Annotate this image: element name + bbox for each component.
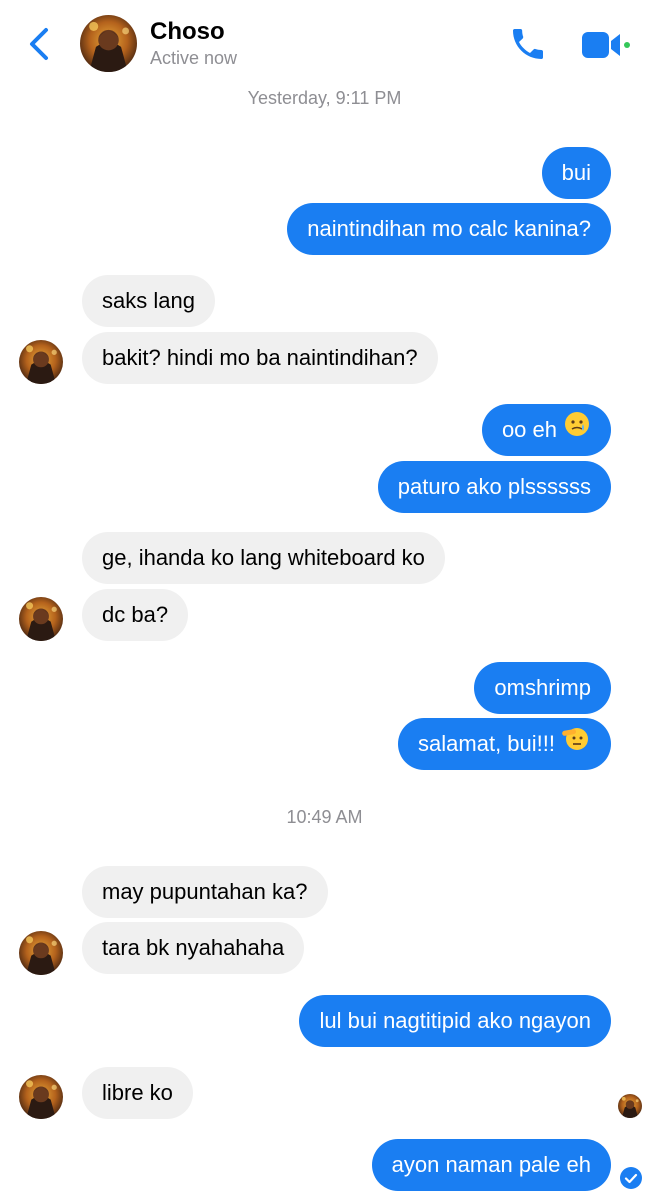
message-bubble-outgoing[interactable]: ayon naman pale eh [371,1139,611,1191]
online-indicator [624,42,630,48]
message-bubble-outgoing[interactable]: naintindihan mo calc kanina? [287,203,611,255]
message-bubble-outgoing[interactable]: salamat, bui!!! [398,718,611,770]
contact-avatar[interactable] [80,15,137,72]
message-bubble-incoming[interactable]: saks lang [82,275,215,327]
sender-avatar[interactable] [19,931,63,975]
message-bubble-outgoing[interactable]: oo eh [481,404,611,457]
timestamp: Yesterday, 9:11 PM [247,88,402,108]
timestamp: 10:49 AM [286,807,363,827]
message-bubble-outgoing[interactable]: bui [541,147,611,199]
message-bubble-incoming[interactable]: may pupuntahan ka? [82,866,328,918]
video-camera-icon [582,32,630,58]
video-call-button[interactable] [580,28,630,62]
message-bubble-incoming[interactable]: tara bk nyahahaha [82,922,305,974]
face-holding-back-tears-icon [563,405,591,457]
sender-avatar[interactable] [19,597,63,641]
message-bubble-incoming[interactable]: dc ba? [82,589,189,641]
phone-icon [513,29,543,59]
saluting-face-icon [561,719,591,771]
chevron-left-icon [30,28,48,60]
delivered-check-icon [619,1166,643,1190]
message-bubble-incoming[interactable]: ge, ihanda ko lang whiteboard ko [82,532,445,584]
message-bubble-outgoing[interactable]: omshrimp [474,662,611,714]
contact-status: Active now [150,48,238,68]
message-bubble-outgoing[interactable]: lul bui nagtitipid ako ngayon [299,995,611,1047]
message-bubble-outgoing[interactable]: paturo ako plssssss [377,461,611,513]
message-bubble-incoming[interactable]: libre ko [82,1067,193,1119]
sender-avatar[interactable] [19,340,63,384]
message-text: salamat, bui!!! [418,731,555,756]
voice-call-button[interactable] [508,24,548,64]
contact-name[interactable]: Choso [150,18,225,46]
message-text: oo eh [501,417,557,442]
sender-avatar[interactable] [19,1075,63,1119]
chat-header: Choso Active now [0,0,649,82]
read-receipt-avatar [618,1094,642,1118]
message-bubble-incoming[interactable]: bakit? hindi mo ba naintindihan? [82,332,438,384]
back-button[interactable] [24,24,54,64]
